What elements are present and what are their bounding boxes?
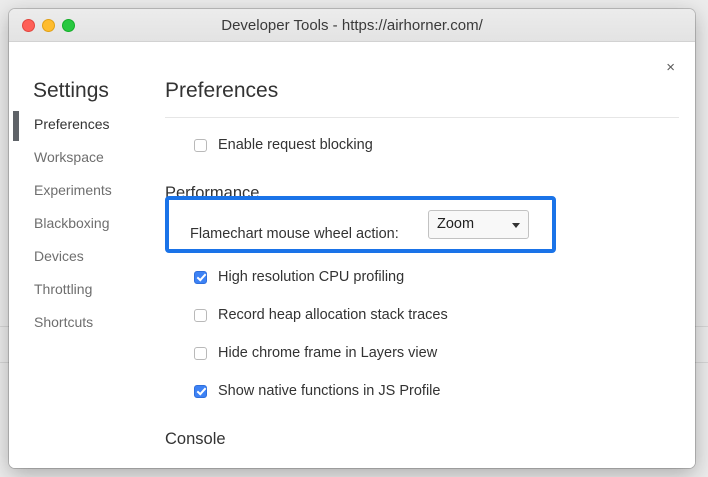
enable-request-blocking-checkbox[interactable]: Enable request blocking xyxy=(194,135,373,155)
checkbox-box[interactable] xyxy=(194,384,207,398)
checkbox-box[interactable] xyxy=(194,138,207,152)
sidebar-item-shortcuts[interactable]: Shortcuts xyxy=(9,306,159,339)
show-native-functions-checkbox[interactable]: Show native functions in JS Profile xyxy=(194,381,440,401)
record-heap-allocation-checkbox[interactable]: Record heap allocation stack traces xyxy=(194,305,448,325)
page-title: Preferences xyxy=(165,79,279,102)
sidebar-item-blackboxing[interactable]: Blackboxing xyxy=(9,207,159,240)
window-title: Developer Tools - https://airhorner.com/ xyxy=(221,17,483,34)
flamechart-wheel-action-label: Flamechart mouse wheel action: xyxy=(190,226,399,242)
settings-sidebar: Preferences Workspace Experiments Blackb… xyxy=(9,108,159,339)
console-section-title: Console xyxy=(165,430,226,448)
settings-title: Settings xyxy=(33,79,109,102)
preferences-panel: Preferences Enable request blocking Perf… xyxy=(165,42,679,468)
checkbox-label: High resolution CPU profiling xyxy=(218,269,405,285)
title-bar: Developer Tools - https://airhorner.com/ xyxy=(9,9,695,42)
title-divider xyxy=(165,117,679,118)
select-value: Zoom xyxy=(437,216,475,232)
checkbox-label: Record heap allocation stack traces xyxy=(218,307,448,323)
flamechart-wheel-action-select[interactable]: Zoom xyxy=(428,210,529,239)
sidebar-item-workspace[interactable]: Workspace xyxy=(9,141,159,174)
checkbox-box[interactable] xyxy=(194,308,207,322)
sidebar-item-throttling[interactable]: Throttling xyxy=(9,273,159,306)
settings-dialog: × Settings Preferences Workspace Experim… xyxy=(9,42,695,468)
high-resolution-cpu-profiling-checkbox[interactable]: High resolution CPU profiling xyxy=(194,267,404,287)
devtools-window: Developer Tools - https://airhorner.com/… xyxy=(9,9,695,468)
checkbox-box[interactable] xyxy=(194,270,207,284)
sidebar-item-experiments[interactable]: Experiments xyxy=(9,174,159,207)
hide-chrome-frame-checkbox[interactable]: Hide chrome frame in Layers view xyxy=(194,343,437,363)
checkbox-label: Hide chrome frame in Layers view xyxy=(218,345,438,361)
checkbox-label: Show native functions in JS Profile xyxy=(218,383,441,399)
checkbox-box[interactable] xyxy=(194,346,207,360)
checkbox-label: Enable request blocking xyxy=(218,137,373,153)
sidebar-item-preferences[interactable]: Preferences xyxy=(9,108,159,141)
sidebar-item-devices[interactable]: Devices xyxy=(9,240,159,273)
chevron-down-icon xyxy=(512,223,520,228)
